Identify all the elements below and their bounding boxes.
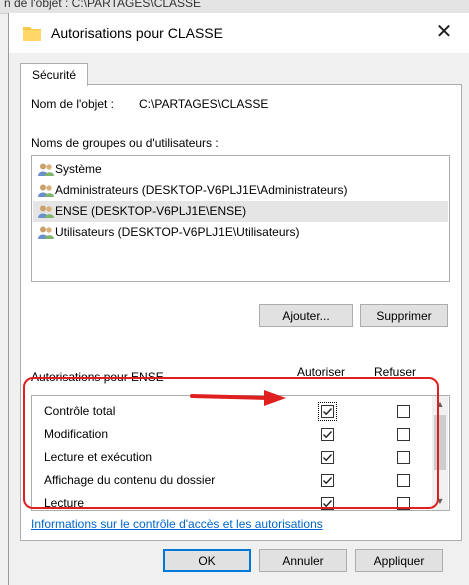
close-button[interactable]: ✕ — [429, 19, 459, 47]
add-button[interactable]: Ajouter... — [259, 304, 353, 327]
permission-label: Lecture et exécution — [44, 450, 153, 464]
list-item-systeme[interactable]: Système — [33, 159, 448, 180]
tab-security[interactable]: Sécurité — [20, 63, 88, 86]
background-window-strip: n de l'objet : C:\PARTAGES\CLASSE — [0, 0, 469, 14]
deny-column-header: Refuser — [373, 365, 417, 379]
permission-row-read: Lecture — [32, 492, 432, 515]
help-link[interactable]: Informations sur le contrôle d'accès et … — [31, 517, 323, 531]
remove-button[interactable]: Supprimer — [360, 304, 448, 327]
list-item-label: Administrateurs (DESKTOP-V6PLJ1E\Adminis… — [55, 183, 348, 197]
allow-read-checkbox[interactable] — [321, 497, 334, 510]
permissions-label: Autorisations pour ENSE — [31, 370, 164, 384]
permission-label: Lecture — [44, 496, 85, 510]
deny-modify-checkbox[interactable] — [397, 428, 410, 441]
permissions-scrollbar[interactable]: ▲ ▼ — [432, 396, 448, 510]
allow-column-header: Autoriser — [296, 365, 346, 379]
apply-button[interactable]: Appliquer — [355, 549, 443, 572]
deny-read-execute-checkbox[interactable] — [397, 451, 410, 464]
security-panel: Nom de l'objet : C:\PARTAGES\CLASSE Noms… — [20, 84, 462, 541]
list-item-label: Système — [55, 162, 102, 176]
permissions-dialog: Autorisations pour CLASSE ✕ Sécurité Nom… — [8, 13, 469, 585]
deny-full-control-checkbox[interactable] — [397, 405, 410, 418]
deny-read-checkbox[interactable] — [397, 497, 410, 510]
scroll-thumb[interactable] — [434, 415, 446, 470]
title-bar: Autorisations pour CLASSE ✕ — [9, 13, 469, 53]
allow-full-control-checkbox[interactable] — [318, 402, 337, 421]
ok-button[interactable]: OK — [163, 549, 251, 572]
window-title: Autorisations pour CLASSE — [51, 25, 223, 41]
folder-icon — [23, 27, 41, 41]
users-icon — [38, 184, 54, 197]
allow-read-execute-checkbox[interactable] — [321, 451, 334, 464]
scroll-down-icon[interactable]: ▼ — [432, 493, 448, 510]
allow-modify-checkbox[interactable] — [321, 428, 334, 441]
permission-row-read-execute: Lecture et exécution — [32, 446, 432, 469]
list-item-label: Utilisateurs (DESKTOP-V6PLJ1E\Utilisateu… — [55, 225, 300, 239]
permission-label: Modification — [44, 427, 109, 441]
list-item-utilisateurs[interactable]: Utilisateurs (DESKTOP-V6PLJ1E\Utilisateu… — [33, 222, 448, 243]
permission-label: Affichage du contenu du dossier — [44, 473, 216, 487]
object-name-label: Nom de l'objet : — [31, 97, 114, 111]
permission-row-list-folder: Affichage du contenu du dossier — [32, 469, 432, 492]
permissions-list: Contrôle total Modification Lecture et e… — [31, 395, 450, 511]
object-name-value: C:\PARTAGES\CLASSE — [139, 97, 269, 111]
background-partial-text: n de l'objet : C:\PARTAGES\CLASSE — [4, 0, 202, 10]
permission-label: Contrôle total — [44, 404, 116, 418]
groups-list[interactable]: Système Administrateurs (DESKTOP-V6PLJ1E… — [31, 155, 450, 282]
permission-row-modify: Modification — [32, 423, 432, 446]
groups-label: Noms de groupes ou d'utilisateurs : — [31, 136, 219, 150]
annotation-arrow-icon — [190, 390, 286, 406]
users-icon — [38, 226, 54, 239]
deny-list-folder-checkbox[interactable] — [397, 474, 410, 487]
allow-list-folder-checkbox[interactable] — [321, 474, 334, 487]
users-icon — [38, 205, 54, 218]
list-item-administrateurs[interactable]: Administrateurs (DESKTOP-V6PLJ1E\Adminis… — [33, 180, 448, 201]
list-item-label: ENSE (DESKTOP-V6PLJ1E\ENSE) — [55, 204, 247, 218]
list-item-ense[interactable]: ENSE (DESKTOP-V6PLJ1E\ENSE) — [33, 201, 448, 222]
scroll-up-icon[interactable]: ▲ — [432, 396, 448, 413]
users-icon — [38, 163, 54, 176]
cancel-button[interactable]: Annuler — [259, 549, 347, 572]
